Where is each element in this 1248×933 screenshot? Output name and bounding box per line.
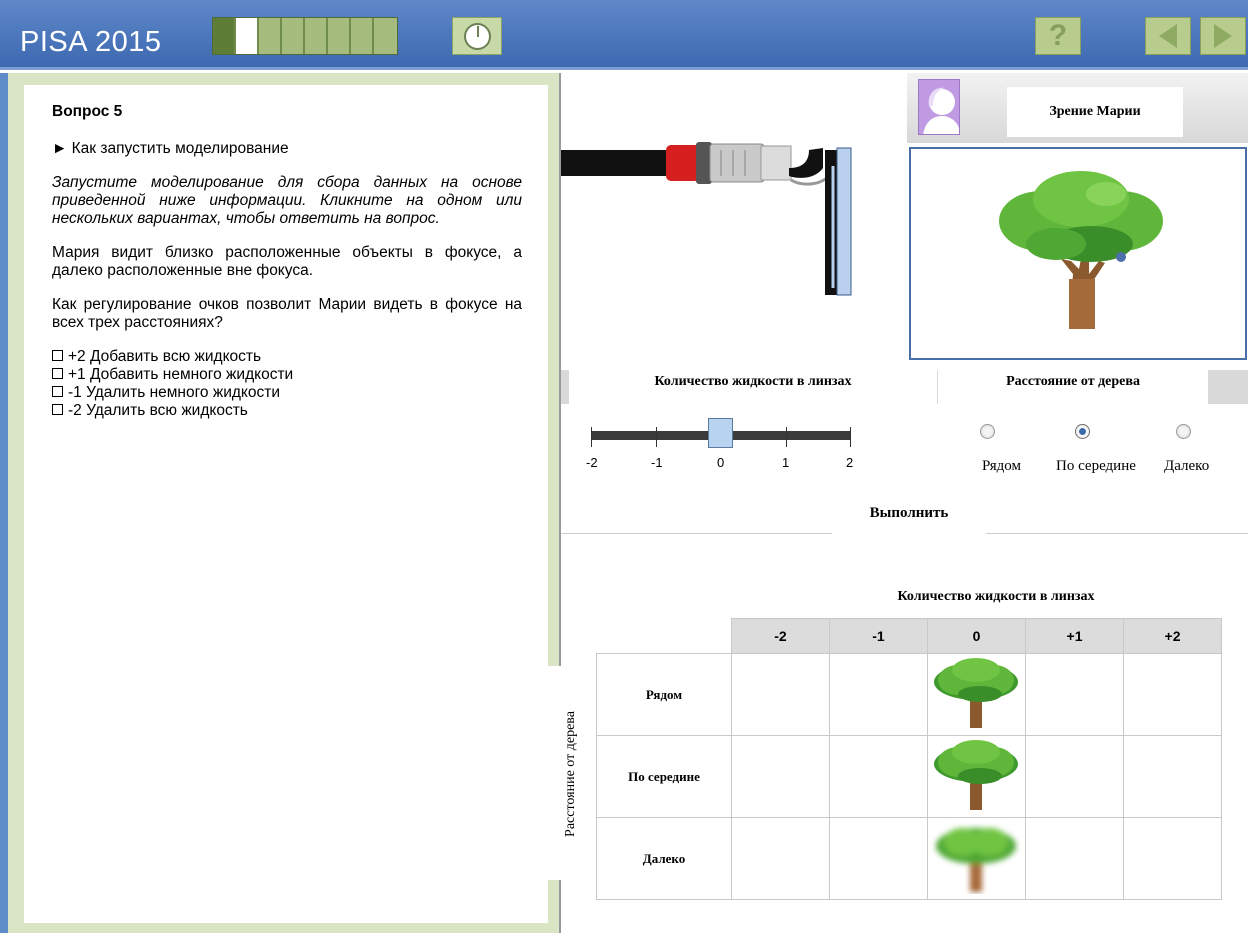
result-cell [1123,735,1222,818]
adjustable-glasses-illustration [561,142,852,296]
result-cell [1025,817,1124,900]
table-row: Далеко [596,817,1222,900]
help-button[interactable]: ? [1035,17,1081,55]
distance-label-far[interactable]: Далеко [1164,458,1209,475]
distance-label-middle[interactable]: По середине [1056,458,1136,475]
progress-cell [351,18,374,54]
answer-option[interactable]: -2 Удалить всю жидкость [52,402,522,420]
progress-cell [282,18,305,54]
slider-tick-label: 2 [846,455,854,470]
progress-cell [213,18,236,54]
column-header: 0 [927,618,1026,654]
checkbox-icon[interactable] [52,386,63,397]
row-axis-label: Расстояние от дерева [547,666,595,880]
row-header: Далеко [596,817,732,900]
brand-title: PISA 2015 [20,26,162,58]
column-header: -1 [829,618,928,654]
progress-indicator [212,17,398,55]
progress-cell [328,18,351,54]
checkbox-icon[interactable] [52,404,63,415]
vision-view [909,147,1247,360]
column-header: -2 [731,618,830,654]
result-cell [1123,817,1222,900]
results-table: -2 -1 0 +1 +2 Рядом По середине Далеко [596,618,1222,900]
column-header: +1 [1025,618,1124,654]
result-cell [927,735,1026,818]
table-row: Рядом [596,653,1222,736]
question-card: Вопрос 5 ► Как запустить моделирование З… [24,85,548,923]
checkbox-icon[interactable] [52,368,63,379]
slider-handle[interactable] [708,418,733,448]
vision-header: Зрение Марии [907,73,1248,143]
instruction-text: Запустите моделирование для сбора данных… [52,174,522,227]
slider-tick-label: 0 [717,455,725,470]
result-cell [829,735,928,818]
distance-radio-middle[interactable] [1075,424,1090,439]
row-header: По середине [596,735,732,818]
result-cell [1123,653,1222,736]
checkbox-icon[interactable] [52,350,63,361]
distance-label: Расстояние от дерева [938,360,1208,404]
distance-radio-far[interactable] [1176,424,1191,439]
prev-button[interactable] [1145,17,1191,55]
column-header: +2 [1123,618,1222,654]
next-arrow-icon [1214,24,1232,48]
fluid-slider[interactable]: -2 -1 0 1 2 [586,418,854,475]
results-title: Количество жидкости в линзах [811,578,1181,616]
context-text: Мария видит близко расположенные объекты… [52,244,522,279]
timer-button[interactable] [452,17,502,55]
result-cell [927,653,1026,736]
progress-cell [236,18,259,54]
tree-sharp-icon [934,658,1018,728]
next-button[interactable] [1200,17,1246,55]
result-cell [927,817,1026,900]
progress-cell [259,18,282,54]
answer-option[interactable]: +1 Добавить немного жидкости [52,366,522,384]
result-cell [829,653,928,736]
result-cell [731,817,830,900]
how-to-link[interactable]: ► Как запустить моделирование [52,140,522,158]
prev-arrow-icon [1159,24,1177,48]
answer-option[interactable]: +2 Добавить всю жидкость [52,348,522,366]
tree-icon [999,171,1163,329]
answer-options: +2 Добавить всю жидкость +1 Добавить нем… [52,348,522,420]
question-panel: Вопрос 5 ► Как запустить моделирование З… [0,73,560,933]
simulation-panel: Зрение Марии Количество жидкости в линза… [547,73,1248,933]
progress-cell [374,18,397,54]
result-cell [1025,653,1124,736]
help-icon: ? [1048,19,1068,52]
tree-sharp-icon [934,740,1018,810]
question-title: Вопрос 5 [52,103,123,120]
result-cell [1025,735,1124,818]
slider-tick-label: -1 [651,455,663,470]
run-button[interactable]: Выполнить [832,490,986,536]
maria-avatar-icon [918,79,960,135]
tree-blurred-icon [936,828,1016,892]
fluid-amount-label: Количество жидкости в линзах [569,360,937,404]
slider-tick-label: -2 [586,455,598,470]
result-cell [731,735,830,818]
progress-cell [305,18,328,54]
distance-label-near[interactable]: Рядом [982,458,1021,475]
prompt-text: Как регулирование очков позволит Марии в… [52,296,522,331]
result-cell [829,817,928,900]
table-row: По середине [596,735,1222,818]
top-bar: PISA 2015 ? [0,0,1248,70]
timer-icon [464,23,491,50]
row-header: Рядом [596,653,732,736]
vision-title: Зрение Марии [1007,87,1183,137]
distance-radio-near[interactable] [980,424,995,439]
result-cell [731,653,830,736]
slider-tick-label: 1 [782,455,790,470]
answer-option[interactable]: -1 Удалить немного жидкости [52,384,522,402]
